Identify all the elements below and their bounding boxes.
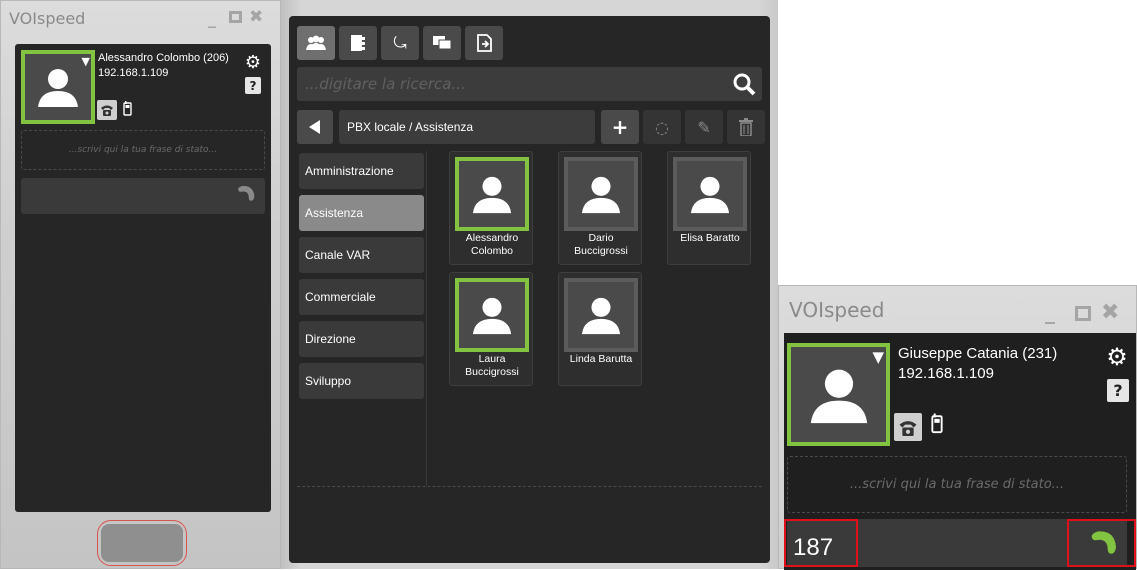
mobile-phone-icon[interactable] (931, 413, 943, 438)
user-avatar[interactable]: ▼ (21, 50, 95, 124)
contact-name: Dario Buccigrossi (574, 232, 628, 257)
group-item-direzione[interactable]: Direzione (299, 321, 424, 357)
back-arrow-icon[interactable] (297, 110, 333, 144)
contact-card[interactable]: Elisa Baratto (667, 151, 751, 265)
directory-panel: ⤿ PBX locale / Assistenza + ◌ ✎ Amminist… (289, 16, 770, 563)
copy-contact-icon[interactable]: ◌ (643, 110, 681, 144)
group-item-assistenza[interactable]: Assistenza (299, 195, 424, 231)
contact-name: Linda Barutta (569, 353, 633, 365)
contact-avatar (455, 157, 529, 231)
person-icon (472, 297, 512, 335)
search-bar (297, 67, 762, 101)
contact-name: Laura Buccigrossi (465, 353, 519, 378)
user-name: Alessandro Colombo (206) (98, 52, 229, 64)
desk-phone-icon[interactable] (894, 413, 922, 441)
contact-avatar (564, 157, 638, 231)
delete-trash-icon[interactable] (727, 110, 765, 144)
user-ip: 192.168.1.109 (898, 365, 994, 382)
window-title: VOIspeed (789, 298, 885, 322)
call-handset-icon[interactable] (233, 183, 257, 207)
person-icon (810, 369, 867, 423)
tab-contacts-icon[interactable] (297, 26, 335, 60)
user-panel: ▼ Alessandro Colombo (206) 192.168.1.109… (15, 44, 271, 512)
dropdown-triangle-icon[interactable]: ▼ (872, 350, 884, 365)
user-avatar[interactable]: ▼ (787, 343, 890, 446)
divider (297, 486, 762, 487)
help-icon[interactable]: ? (1107, 379, 1129, 402)
contact-name: Alessandro Colombo (465, 232, 519, 257)
maximize-icon[interactable] (1075, 306, 1091, 321)
group-item-amministrazione[interactable]: Amministrazione (299, 153, 424, 189)
user-panel: ▼ Giuseppe Catania (231) 192.168.1.109 ⚙… (784, 333, 1136, 570)
tab-chat-icon[interactable] (423, 26, 461, 60)
user-name: Giuseppe Catania (231) (898, 345, 1058, 362)
search-icon[interactable] (732, 72, 756, 96)
voispeed-window-zoomed: VOIspeed _ ✖ ▼ Giuseppe Catania (231) 19… (778, 285, 1137, 570)
contact-card[interactable]: Linda Barutta (558, 272, 642, 386)
user-ip: 192.168.1.109 (98, 67, 169, 79)
tab-files-icon[interactable] (465, 26, 503, 60)
help-icon[interactable]: ? (245, 77, 261, 94)
contact-avatar (564, 278, 638, 352)
search-input[interactable] (297, 67, 727, 101)
contact-name: Elisa Baratto (680, 232, 740, 244)
minimize-icon[interactable]: _ (208, 9, 216, 28)
minimize-icon[interactable]: _ (1045, 300, 1055, 324)
edit-pencil-icon[interactable]: ✎ (685, 110, 723, 144)
contact-card[interactable]: Alessandro Colombo (449, 151, 533, 265)
person-icon (581, 297, 621, 335)
status-message-field[interactable]: ...scrivi qui la tua frase di stato... (787, 456, 1127, 513)
directory-window: ⤿ PBX locale / Assistenza + ◌ ✎ Amminist… (281, 0, 778, 569)
window-title: VOIspeed (9, 9, 86, 28)
person-icon (581, 176, 621, 214)
dial-input[interactable] (21, 178, 265, 214)
group-item-commerciale[interactable]: Commerciale (299, 279, 424, 315)
contact-avatar (455, 278, 529, 352)
contact-card[interactable]: Laura Buccigrossi (449, 272, 533, 386)
breadcrumb: PBX locale / Assistenza (339, 110, 595, 144)
close-icon[interactable]: ✖ (249, 7, 263, 27)
group-item-sviluppo[interactable]: Sviluppo (299, 363, 424, 399)
group-item-canale-var[interactable]: Canale VAR (299, 237, 424, 273)
group-list: Amministrazione Assistenza Canale VAR Co… (297, 151, 427, 486)
highlighted-button[interactable] (97, 520, 187, 566)
maximize-icon[interactable] (229, 11, 242, 23)
person-icon (690, 176, 730, 214)
contact-avatar (673, 157, 747, 231)
settings-gear-icon[interactable]: ⚙ (1105, 343, 1129, 371)
close-icon[interactable]: ✖ (1101, 300, 1119, 325)
contact-card[interactable]: Dario Buccigrossi (558, 151, 642, 265)
person-icon (472, 176, 512, 214)
tab-addressbook-icon[interactable] (339, 26, 377, 60)
dropdown-triangle-icon[interactable]: ▼ (82, 56, 90, 67)
settings-gear-icon[interactable]: ⚙ (244, 52, 262, 73)
add-plus-icon[interactable]: + (601, 110, 639, 144)
desk-phone-icon[interactable] (97, 100, 117, 120)
mobile-phone-icon[interactable] (123, 101, 132, 120)
dial-number-highlight (784, 519, 858, 567)
person-icon (38, 69, 78, 107)
tab-call-history-icon[interactable]: ⤿ (381, 26, 419, 60)
voispeed-window-left: VOIspeed _ ✖ ▼ Alessandro Colombo (206) … (0, 0, 281, 569)
status-message-field[interactable]: ...scrivi qui la tua frase di stato... (21, 130, 265, 170)
call-button-highlight (1067, 519, 1136, 567)
